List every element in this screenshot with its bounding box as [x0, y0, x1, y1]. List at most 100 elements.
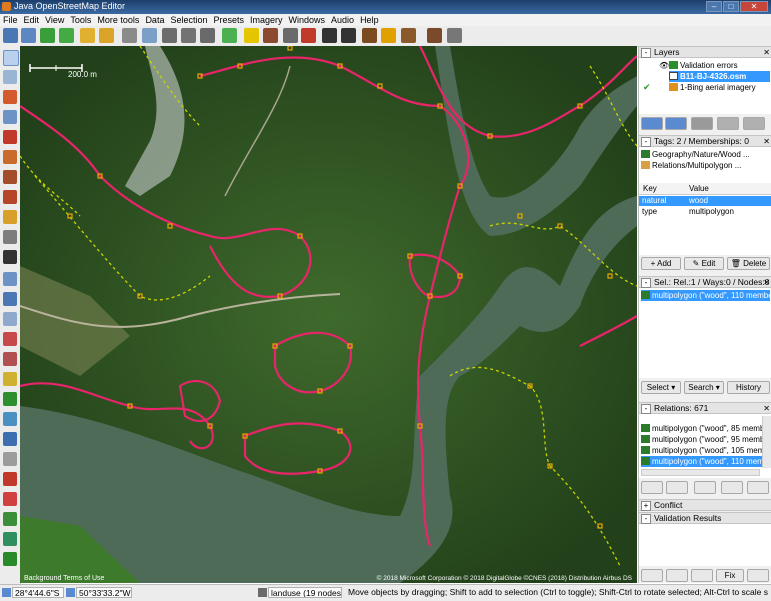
- validation-panel-header[interactable]: - Validation Results: [639, 512, 771, 524]
- pencil-tool-icon[interactable]: [3, 210, 17, 224]
- bus-icon[interactable]: [341, 28, 356, 43]
- map-canvas[interactable]: 200.0 m Background Terms of Use © 2018 M…: [20, 46, 637, 583]
- select-tool-icon[interactable]: [3, 50, 19, 66]
- tags-panel-header[interactable]: - Tags: 2 / Memberships: 0 ✕: [639, 135, 771, 147]
- building-tool-icon[interactable]: [3, 230, 17, 244]
- save-icon[interactable]: [21, 28, 36, 43]
- move-down-icon[interactable]: [665, 117, 687, 130]
- tag-row[interactable]: type multipolygon: [639, 207, 771, 217]
- map-view[interactable]: 200.0 m Background Terms of Use © 2018 M…: [20, 46, 637, 583]
- panel-close-icon[interactable]: ✕: [763, 136, 770, 147]
- add-tag-button[interactable]: + Add: [641, 257, 681, 270]
- menu-more-tools[interactable]: More tools: [94, 14, 142, 26]
- open-file-icon[interactable]: [3, 28, 18, 43]
- validate-icon[interactable]: [222, 28, 237, 43]
- menu-presets[interactable]: Presets: [210, 14, 247, 26]
- split-way-icon[interactable]: [162, 28, 177, 43]
- panel-close-icon[interactable]: ✕: [763, 277, 770, 288]
- move-up-icon[interactable]: [641, 117, 663, 130]
- relation-menu-icon[interactable]: [747, 481, 769, 494]
- validate-check-icon[interactable]: [691, 569, 713, 582]
- draw-tool-icon[interactable]: [3, 90, 17, 104]
- delete-relation-icon[interactable]: [721, 481, 743, 494]
- history-toggle-icon[interactable]: [3, 412, 17, 426]
- relation-item[interactable]: multipolygon ("wood", 85 members): [641, 423, 762, 434]
- layer-validation-errors[interactable]: Validation errors: [669, 60, 770, 71]
- warning-icon[interactable]: [381, 28, 396, 43]
- notes-toggle-icon[interactable]: [3, 372, 17, 386]
- expand-icon[interactable]: +: [641, 501, 651, 511]
- parallel-tool-icon[interactable]: [3, 150, 17, 164]
- menu-edit[interactable]: Edit: [21, 14, 43, 26]
- relation-item[interactable]: multipolygon ("wood", 95 members): [641, 434, 762, 445]
- delete-tag-button[interactable]: 🗑 Delete: [727, 257, 770, 270]
- minimize-button[interactable]: –: [706, 1, 722, 12]
- conflict-toggle-icon[interactable]: [3, 472, 17, 486]
- menu-file[interactable]: File: [0, 14, 21, 26]
- close-button[interactable]: ✕: [740, 1, 768, 12]
- door-icon[interactable]: [263, 28, 278, 43]
- selection-panel-header[interactable]: - Sel.: Rel.:1 / Ways:0 / Nodes:0 ✕: [639, 276, 771, 288]
- key-column-header[interactable]: Key: [643, 183, 657, 194]
- history-button[interactable]: History: [727, 381, 770, 394]
- menu-view[interactable]: View: [42, 14, 67, 26]
- collapse-icon[interactable]: -: [641, 48, 651, 58]
- menu-imagery[interactable]: Imagery: [247, 14, 286, 26]
- layer-data-osm[interactable]: B11-BJ-4326.osm: [669, 71, 770, 82]
- duplicate-relation-icon[interactable]: [694, 481, 716, 494]
- collapse-icon[interactable]: -: [641, 514, 651, 524]
- panel-close-icon[interactable]: ✕: [763, 403, 770, 414]
- more-tools-icon[interactable]: [3, 250, 17, 264]
- industrial-icon[interactable]: [427, 28, 442, 43]
- edit-layer-icon[interactable]: [717, 117, 739, 130]
- value-column-header[interactable]: Value: [689, 183, 709, 194]
- ignore-icon[interactable]: [747, 569, 769, 582]
- collapse-icon[interactable]: -: [641, 137, 651, 147]
- relations-hscrollbar[interactable]: [641, 469, 760, 476]
- menu-selection[interactable]: Selection: [167, 14, 210, 26]
- validation-toggle-icon[interactable]: [3, 432, 17, 446]
- collapse-icon[interactable]: -: [641, 278, 651, 288]
- maximize-button[interactable]: □: [723, 1, 739, 12]
- preferences-icon[interactable]: [122, 28, 137, 43]
- relation-item-selected[interactable]: multipolygon ("wood", 110 members): [641, 456, 762, 467]
- relations-scrollbar[interactable]: [762, 416, 771, 468]
- panel-close-icon[interactable]: ✕: [763, 47, 770, 58]
- menu-help[interactable]: Help: [357, 14, 382, 26]
- combine-way-icon[interactable]: [181, 28, 196, 43]
- lasso-tool-icon[interactable]: [3, 70, 17, 84]
- menu-data[interactable]: Data: [142, 14, 167, 26]
- download-icon[interactable]: [40, 28, 55, 43]
- menu-audio[interactable]: Audio: [328, 14, 357, 26]
- improve-way-tool-icon[interactable]: [3, 170, 17, 184]
- relations-toggle-icon[interactable]: [3, 332, 17, 346]
- merge-layers-icon[interactable]: [691, 117, 713, 130]
- traffic-light-icon[interactable]: [244, 28, 259, 43]
- undo-icon[interactable]: [80, 28, 95, 43]
- map-marker-icon[interactable]: [3, 492, 17, 506]
- selection-item[interactable]: multipolygon ("wood", 110 members): [641, 290, 770, 301]
- relations-panel-header[interactable]: - Relations: 671 ✕: [639, 402, 771, 414]
- car-icon[interactable]: [322, 28, 337, 43]
- select-button[interactable]: Select ▾: [641, 381, 681, 394]
- selection-toggle-icon[interactable]: [3, 312, 17, 326]
- zoom-tool-icon[interactable]: [3, 110, 17, 124]
- tags-toggle-icon[interactable]: [3, 292, 17, 306]
- imagery-toggle-icon[interactable]: [3, 512, 17, 526]
- filter-toggle-icon[interactable]: [3, 392, 17, 406]
- delete-tool-icon[interactable]: [3, 130, 17, 144]
- new-relation-icon[interactable]: [641, 481, 663, 494]
- relation-item[interactable]: multipolygon ("wood", 105 members): [641, 445, 762, 456]
- collapse-icon[interactable]: -: [641, 404, 651, 414]
- search-button[interactable]: Search ▾: [684, 381, 724, 394]
- layers-toggle-icon[interactable]: [3, 272, 17, 286]
- fix-button[interactable]: Fix: [716, 569, 744, 582]
- wood-icon[interactable]: [362, 28, 377, 43]
- tag-row[interactable]: natural wood: [639, 196, 771, 206]
- author-toggle-icon[interactable]: [3, 552, 17, 566]
- building-icon[interactable]: [283, 28, 298, 43]
- commands-toggle-icon[interactable]: [3, 352, 17, 366]
- power-icon[interactable]: [447, 28, 462, 43]
- visibility-eye-icon[interactable]: 👁: [659, 61, 669, 70]
- redo-icon[interactable]: [99, 28, 114, 43]
